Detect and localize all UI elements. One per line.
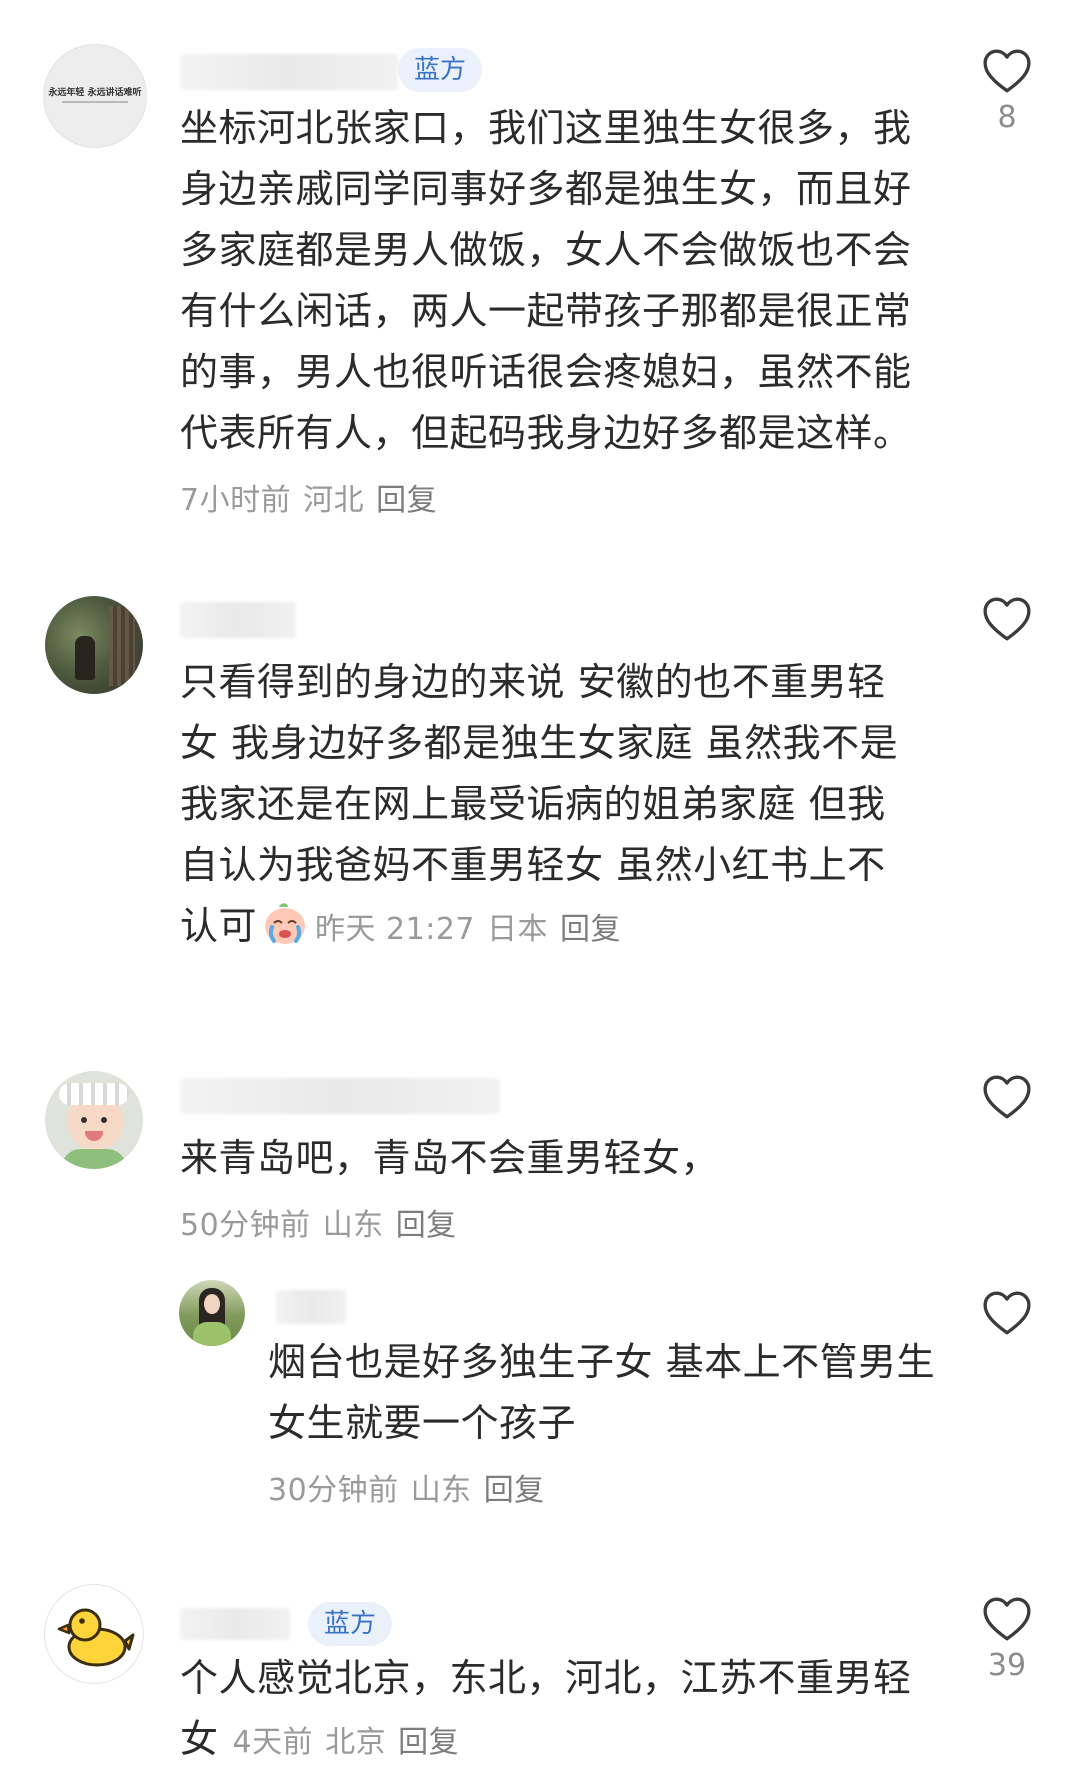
heart-icon xyxy=(983,1291,1031,1335)
comment-time: 4天前 xyxy=(232,1725,314,1760)
reply-button[interactable]: 回复 xyxy=(398,1725,459,1760)
avatar[interactable] xyxy=(44,1584,144,1684)
avatar[interactable] xyxy=(179,1280,245,1346)
heart-icon xyxy=(983,1597,1031,1641)
username[interactable] xyxy=(180,1078,500,1114)
reply-body: 烟台也是好多独生子女 基本上不管男生女生就要一个孩子 xyxy=(268,1340,936,1445)
avatar[interactable] xyxy=(45,596,143,694)
username[interactable] xyxy=(180,602,296,638)
reply-button[interactable]: 回复 xyxy=(396,1208,457,1243)
heart-icon xyxy=(983,49,1031,93)
crying-face-emoji xyxy=(265,903,306,944)
comment-time: 50分钟前 xyxy=(180,1208,311,1243)
comment-item: 只看得到的身边的来说 安徽的也不重男轻女 我身边好多都是独生女家庭 虽然我不是我… xyxy=(0,560,1080,980)
comment-item: 蓝方 个人感觉北京，东北，河北，江苏不重男轻女 4天前 北京 回复 39 xyxy=(0,1570,1080,1784)
avatar[interactable] xyxy=(45,1071,143,1169)
like-button[interactable] xyxy=(972,596,1042,642)
comment-text: 个人感觉北京，东北，河北，江苏不重男轻女 4天前 北京 回复 xyxy=(180,1648,940,1773)
like-button[interactable] xyxy=(972,1290,1042,1336)
reply-text: 烟台也是好多独生子女 基本上不管男生女生就要一个孩子 30分钟前 山东 回复 xyxy=(268,1332,940,1521)
heart-icon xyxy=(983,597,1031,641)
comment-location: 日本 xyxy=(487,912,549,947)
comment-location: 山东 xyxy=(322,1208,384,1243)
comment-body: 坐标河北张家口，我们这里独生女很多，我身边亲戚同学同事好多都是独生女，而且好多家… xyxy=(180,106,912,455)
comment-time: 7小时前 xyxy=(180,483,292,518)
like-button[interactable]: 8 xyxy=(972,48,1042,135)
username[interactable] xyxy=(180,1608,290,1640)
like-button[interactable] xyxy=(972,1074,1042,1120)
comment-location: 河北 xyxy=(303,483,365,518)
comment-meta: 50分钟前 山东 回复 xyxy=(180,1195,940,1256)
like-count: 8 xyxy=(997,100,1017,135)
username[interactable] xyxy=(276,1290,346,1324)
heart-icon xyxy=(983,1075,1031,1119)
team-badge: 蓝方 xyxy=(398,48,483,92)
comment-meta: 4天前 北京 回复 xyxy=(233,1725,472,1760)
comment-text: 来青岛吧，青岛不会重男轻女， 50分钟前 山东 回复 xyxy=(180,1128,940,1256)
comment-text: 只看得到的身边的来说 安徽的也不重男轻女 我身边好多都是独生女家庭 虽然我不是我… xyxy=(180,652,920,960)
username[interactable] xyxy=(180,54,398,90)
reply-meta: 30分钟前 山东 回复 xyxy=(268,1460,940,1521)
like-button[interactable]: 39 xyxy=(972,1596,1042,1683)
comment-body: 来青岛吧，青岛不会重男轻女， xyxy=(180,1136,720,1180)
comment-text: 坐标河北张家口，我们这里独生女很多，我身边亲戚同学同事好多都是独生女，而且好多家… xyxy=(180,98,940,531)
comment-item: 来青岛吧，青岛不会重男轻女， 50分钟前 山东 回复 烟台也是好多独生子女 基本上不… xyxy=(0,1060,1080,1540)
avatar-text: 永远年轻 永远讲话难听 xyxy=(48,88,142,98)
comment-meta: 昨天 21:27 日本 回复 xyxy=(315,912,633,947)
comment-item: 永远年轻 永远讲话难听 蓝方 坐标河北张家口，我们这里独生女很多，我身边亲戚同学… xyxy=(0,0,1080,520)
reply-button[interactable]: 回复 xyxy=(560,912,621,947)
comment-time: 昨天 21:27 xyxy=(315,912,476,947)
reply-item: 烟台也是好多独生子女 基本上不管男生女生就要一个孩子 30分钟前 山东 回复 xyxy=(0,1280,1080,1520)
comment-location: 北京 xyxy=(325,1725,387,1760)
reply-location: 山东 xyxy=(410,1473,472,1508)
like-count: 39 xyxy=(987,1648,1027,1683)
comment-meta: 7小时前 河北 回复 xyxy=(180,470,940,531)
reply-button[interactable]: 回复 xyxy=(484,1473,545,1508)
reply-button[interactable]: 回复 xyxy=(376,483,437,518)
team-badge: 蓝方 xyxy=(308,1602,393,1646)
reply-time: 30分钟前 xyxy=(268,1473,399,1508)
duck-icon xyxy=(57,1608,135,1667)
avatar[interactable]: 永远年轻 永远讲话难听 xyxy=(43,44,147,148)
